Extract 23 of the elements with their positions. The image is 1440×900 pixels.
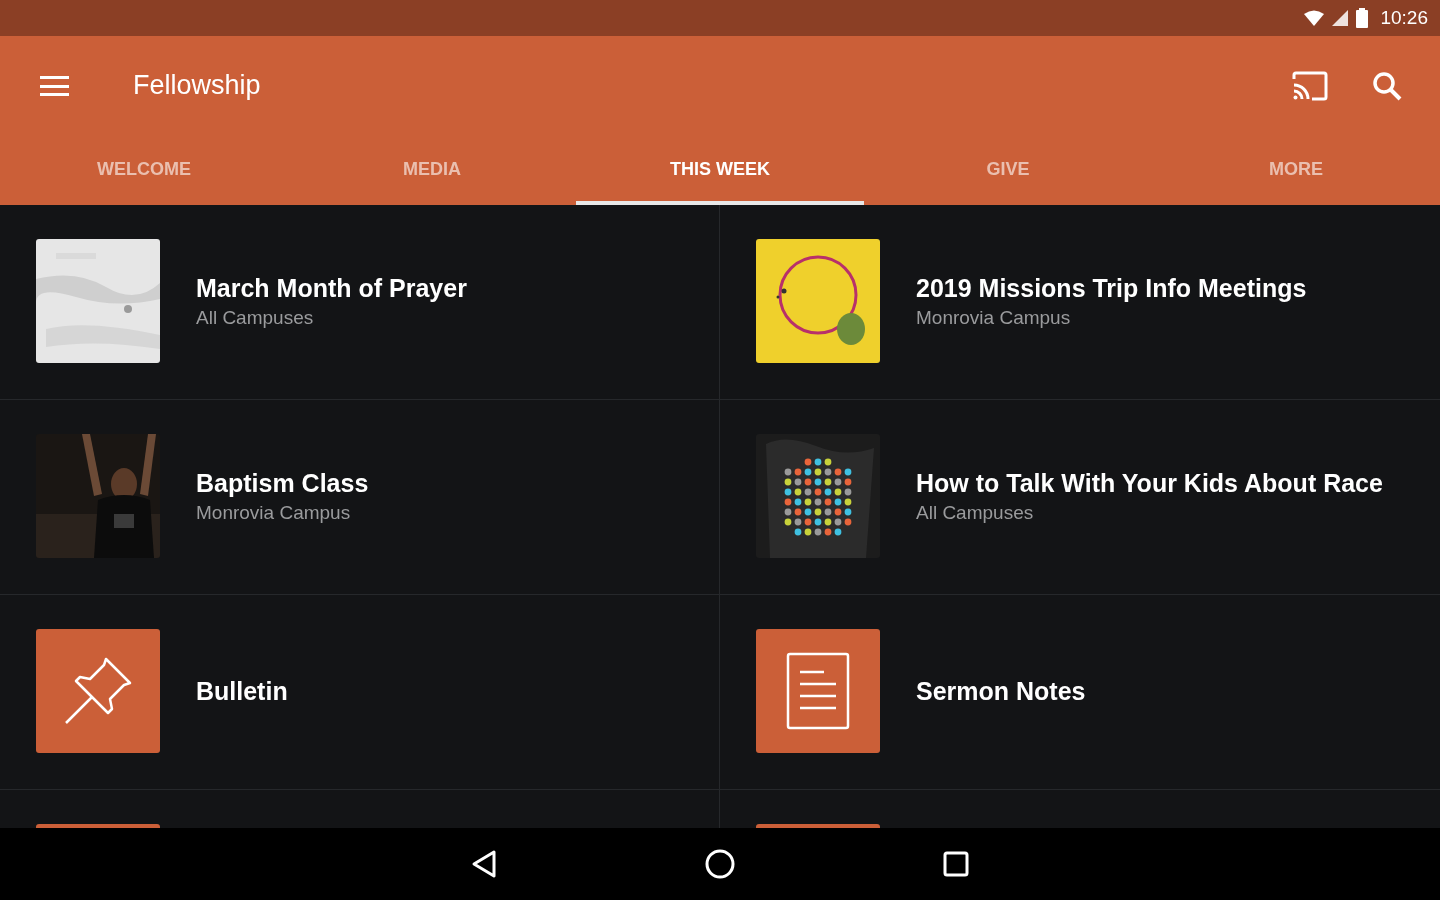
home-icon[interactable] [705,849,735,879]
item-title[interactable]: Baptism Class [196,466,369,500]
signal-icon [1332,10,1349,26]
status-time: 10:26 [1380,5,1428,30]
search-icon[interactable] [1372,70,1402,101]
item-title[interactable]: March Month of Prayer [196,271,467,305]
item-title[interactable]: Bulletin [196,674,288,708]
battery-icon [1356,8,1369,28]
back-icon[interactable] [471,849,497,879]
cast-icon[interactable] [1292,70,1328,101]
wifi-icon [1304,10,1325,26]
app-title: Fellowship [133,69,261,103]
tab[interactable]: THIS WEEK [576,135,864,205]
item-subtitle: Monrovia Campus [196,501,352,525]
item-subtitle: All Campuses [196,306,315,330]
item-title[interactable]: How to Talk With Your Kids About Race [916,466,1383,500]
item-title[interactable]: 2019 Missions Trip Info Meetings [916,271,1307,305]
item-subtitle: Monrovia Campus [916,306,1072,330]
item-subtitle: All Campuses [916,501,1035,525]
document-icon [786,652,850,730]
menu-icon[interactable] [40,75,69,96]
overview-icon[interactable] [943,851,969,877]
item-title[interactable]: Sermon Notes [916,674,1086,708]
